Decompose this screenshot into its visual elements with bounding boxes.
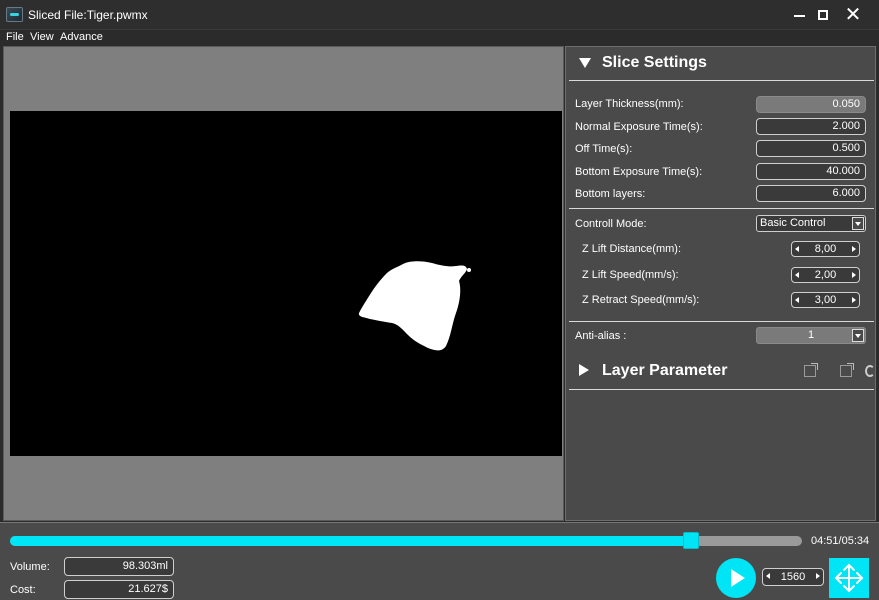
z-lift-distance-stepper[interactable]: 8,00 [791,241,860,257]
app-icon [6,7,23,22]
anti-alias-select: 1 [756,327,866,344]
divider [569,208,874,209]
layer-parameter-header[interactable]: Layer Parameter [566,355,875,389]
z-lift-speed-label: Z Lift Speed(mm/s): [582,269,679,281]
close-icon: ✕ [844,4,862,26]
play-button[interactable] [716,558,756,598]
control-mode-label: Controll Mode: [575,218,647,230]
progress-fill [10,536,691,546]
anti-alias-value: 1 [807,329,815,341]
menu-advance[interactable]: Advance [60,31,103,43]
export-icon[interactable] [804,363,818,377]
cost-field: 21.627$ [64,580,174,599]
divider [569,80,874,81]
minimize-icon [793,15,805,17]
layer-stepper[interactable]: 1560 [762,568,824,586]
layer-thickness-label: Layer Thickness(mm): [575,98,684,110]
menu-bar: File View Advance [0,30,879,45]
minimize-button[interactable] [788,4,810,26]
z-retract-speed-stepper[interactable]: 3,00 [791,292,860,308]
divider [569,389,874,390]
z-lift-speed-value: 2,00 [814,269,837,281]
bottom-layers-label: Bottom layers: [575,188,646,200]
z-retract-speed-label: Z Retract Speed(mm/s): [582,294,700,306]
decrement-icon[interactable] [766,573,770,579]
loading-icon [865,365,875,377]
decrement-icon[interactable] [795,272,799,278]
collapse-triangle-icon [579,58,591,68]
off-time-field[interactable]: 0.500 [756,140,866,157]
layer-parameter-title: Layer Parameter [602,362,728,379]
increment-icon[interactable] [852,297,856,303]
layer-progress-slider[interactable] [10,532,802,549]
cost-label: Cost: [10,584,36,596]
increment-icon[interactable] [852,272,856,278]
time-readout: 04:51/05:34 [811,535,870,547]
import-icon[interactable] [840,363,854,377]
window-title: Sliced File:Tiger.pwmx [28,8,148,22]
layer-value: 1560 [780,571,806,583]
title-bar: Sliced File:Tiger.pwmx ✕ [0,0,879,30]
z-lift-distance-value: 8,00 [814,243,837,255]
divider [569,321,874,322]
bottom-layers-field[interactable]: 6.000 [756,185,866,202]
increment-icon[interactable] [852,246,856,252]
slice-layer-shape [358,261,471,351]
move-arrows-icon [834,563,864,593]
progress-thumb[interactable] [683,532,699,549]
menu-view[interactable]: View [30,31,54,43]
decrement-icon[interactable] [795,246,799,252]
normal-exposure-field[interactable]: 2.000 [756,118,866,135]
bottom-exposure-label: Bottom Exposure Time(s): [575,166,703,178]
expand-triangle-icon [579,364,589,376]
decrement-icon[interactable] [795,297,799,303]
menu-file[interactable]: File [6,31,24,43]
anti-alias-label: Anti-alias : [575,330,627,342]
z-lift-distance-label: Z Lift Distance(mm): [582,243,682,255]
z-retract-speed-value: 3,00 [814,294,837,306]
layer-thickness-field: 0.050 [756,96,866,113]
control-mode-value: Basic Control [760,217,826,229]
close-button[interactable]: ✕ [842,4,864,26]
normal-exposure-label: Normal Exposure Time(s): [575,121,703,133]
bottom-bar: 04:51/05:34 Volume: 98.303ml Cost: 21.62… [0,522,879,600]
volume-label: Volume: [10,561,50,573]
chevron-down-icon [852,217,864,230]
settings-panel: Slice Settings Layer Thickness(mm): 0.05… [565,46,876,521]
z-lift-speed-stepper[interactable]: 2,00 [791,267,860,283]
slice-viewer[interactable] [3,46,564,521]
slice-settings-header[interactable]: Slice Settings [566,47,875,81]
volume-field: 98.303ml [64,557,174,576]
slice-canvas[interactable] [10,111,562,456]
bottom-exposure-field[interactable]: 40.000 [756,163,866,180]
increment-icon[interactable] [816,573,820,579]
control-mode-select[interactable]: Basic Control [756,215,866,232]
maximize-button[interactable] [812,4,834,26]
chevron-down-icon [852,329,864,342]
off-time-label: Off Time(s): [575,143,633,155]
maximize-icon [818,10,828,20]
slice-settings-title: Slice Settings [602,54,707,71]
move-button[interactable] [829,558,869,598]
